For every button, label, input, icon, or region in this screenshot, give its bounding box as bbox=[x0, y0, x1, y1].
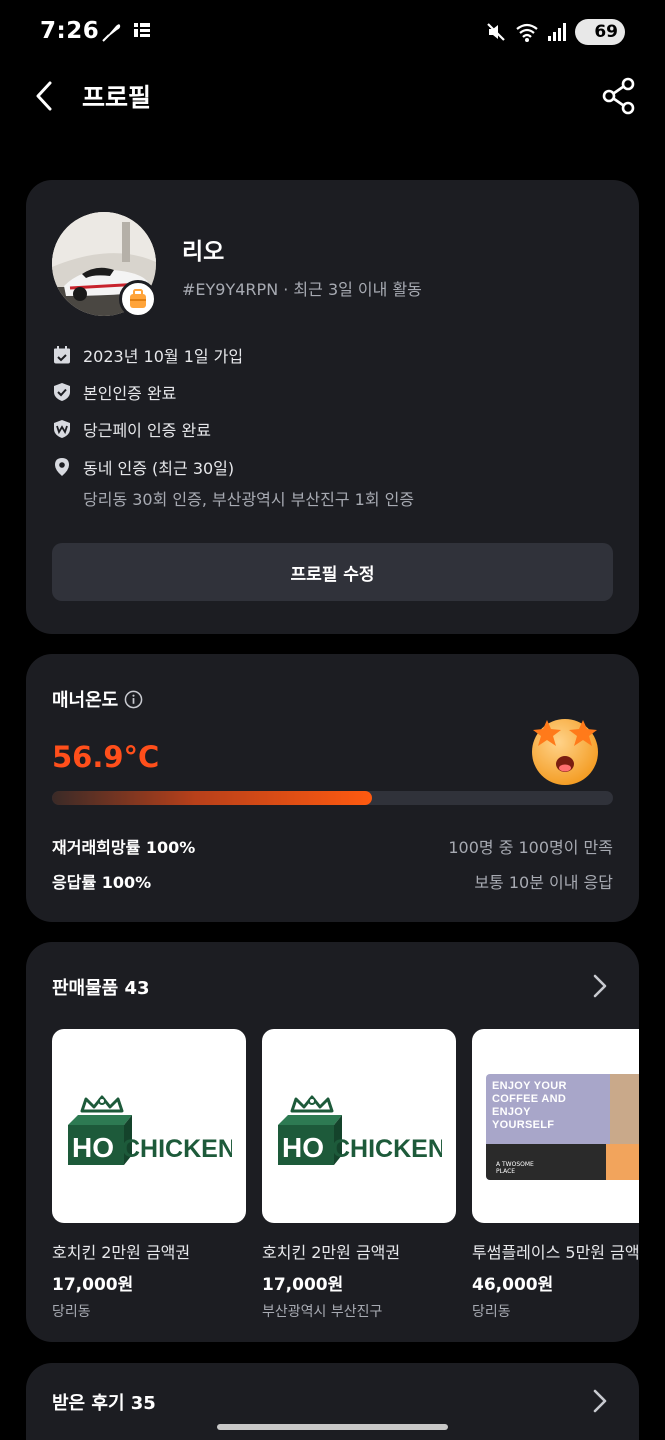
product-card[interactable]: HO CHICKEN 호치킨 2만원 금액권 17,000원 부산광역시 부산진… bbox=[262, 1029, 456, 1321]
twosome-giftcard-image: ENJOY YOUR COFFEE AND ENJOY YOURSELF A T… bbox=[486, 1074, 639, 1180]
temperature-bar-fill bbox=[52, 791, 372, 805]
back-button[interactable] bbox=[26, 78, 62, 114]
neighborhood-text: 동네 인증 (최근 30일) bbox=[83, 459, 235, 478]
giftcard-accent-block bbox=[606, 1144, 639, 1180]
response-rate-label: 응답률 100% bbox=[52, 873, 152, 892]
product-location: 당리동 bbox=[52, 1304, 91, 1320]
temperature-bar bbox=[52, 791, 613, 805]
product-title: 호치킨 2만원 금액권 bbox=[262, 1243, 401, 1262]
svg-text:CHICKEN: CHICKEN bbox=[122, 1135, 232, 1163]
ho-chicken-logo-icon: HO CHICKEN bbox=[68, 1095, 232, 1165]
feather-icon bbox=[102, 24, 121, 42]
calendar-icon bbox=[54, 346, 70, 364]
battery-indicator: 69 bbox=[575, 19, 625, 45]
status-bar: 7:26 69 bbox=[0, 0, 665, 64]
share-button[interactable] bbox=[599, 76, 639, 116]
neighborhood-detail: 당리동 30회 인증, 부산광역시 부산진구 1회 인증 bbox=[83, 490, 415, 509]
top-navigation-bar: 프로필 bbox=[0, 64, 665, 130]
manner-temperature-card: 매너온도 56.9°C 재거래희망률 100% 100명 중 100명이 만족 … bbox=[26, 654, 639, 922]
status-time: 7:26 bbox=[40, 18, 100, 44]
pay-verified-row: 당근페이 인증 완료 bbox=[52, 417, 211, 441]
location-pin-icon bbox=[55, 458, 69, 476]
svg-text:CHICKEN: CHICKEN bbox=[332, 1135, 442, 1163]
product-card[interactable]: HO CHICKEN 호치킨 2만원 금액권 17,000원 당리동 bbox=[52, 1029, 246, 1321]
response-rate-detail: 보통 10분 이내 응답 bbox=[474, 873, 613, 892]
chevron-right-icon[interactable] bbox=[585, 1387, 613, 1415]
sales-items-title[interactable]: 판매물품 43 bbox=[52, 974, 150, 1000]
giftcard-slogan: ENJOY YOUR COFFEE AND ENJOY YOURSELF bbox=[492, 1080, 567, 1131]
avatar-badge bbox=[119, 280, 157, 318]
profile-card: 리오 #EY9Y4RPN · 최근 3일 이내 활동 2023년 10월 1일 … bbox=[26, 180, 639, 634]
ho-chicken-logo-icon: HO CHICKEN bbox=[278, 1095, 442, 1165]
giftcard-brand: A TWOSOME PLACE bbox=[496, 1161, 534, 1175]
chevron-right-icon[interactable] bbox=[585, 972, 613, 1000]
edit-profile-button[interactable]: 프로필 수정 bbox=[52, 543, 613, 601]
nickname: 리오 bbox=[182, 239, 225, 265]
product-title: 호치킨 2만원 금액권 bbox=[52, 1243, 191, 1262]
svg-text:HO: HO bbox=[72, 1132, 114, 1163]
pay-shield-icon bbox=[54, 420, 70, 438]
suitcase-icon bbox=[130, 289, 146, 308]
identity-verified-text: 본인인증 완료 bbox=[83, 384, 177, 403]
svg-text:HO: HO bbox=[282, 1132, 324, 1163]
reviews-title[interactable]: 받은 후기 35 bbox=[52, 1389, 156, 1415]
product-price: 17,000원 bbox=[52, 1275, 134, 1295]
pay-verified-text: 당근페이 인증 완료 bbox=[83, 421, 211, 440]
manner-title: 매너온도 bbox=[52, 690, 119, 711]
user-id-activity: #EY9Y4RPN · 최근 3일 이내 활동 bbox=[182, 280, 422, 299]
join-date: 2023년 10월 1일 가입 bbox=[83, 347, 244, 366]
product-thumbnail: HO CHICKEN bbox=[52, 1029, 246, 1223]
product-thumbnail: ENJOY YOUR COFFEE AND ENJOY YOURSELF A T… bbox=[472, 1029, 639, 1223]
status-system-icons: 69 bbox=[485, 19, 625, 45]
neighborhood-row: 동네 인증 (최근 30일) bbox=[52, 455, 234, 479]
product-price: 46,000원 bbox=[472, 1275, 554, 1295]
shield-check-icon bbox=[54, 383, 70, 401]
mute-icon bbox=[487, 23, 505, 41]
product-price: 17,000원 bbox=[262, 1275, 344, 1295]
manner-title-row: 매너온도 bbox=[52, 686, 143, 712]
coffee-image-block bbox=[610, 1074, 639, 1144]
battery-level: 69 bbox=[594, 22, 618, 42]
sales-items-card: 판매물품 43 HO CHICKEN 호치킨 2만원 금액권 17,000원 당… bbox=[26, 942, 639, 1342]
share-icon bbox=[602, 77, 635, 115]
star-eyes-emoji-icon bbox=[532, 719, 598, 785]
rebuy-rate-detail: 100명 중 100명이 만족 bbox=[448, 838, 613, 857]
product-thumbnail: HO CHICKEN bbox=[262, 1029, 456, 1223]
wifi-icon bbox=[516, 23, 538, 42]
identity-verified-row: 본인인증 완료 bbox=[52, 380, 176, 404]
chevron-left-icon bbox=[36, 81, 52, 111]
product-card[interactable]: ENJOY YOUR COFFEE AND ENJOY YOURSELF A T… bbox=[472, 1029, 639, 1321]
home-indicator[interactable] bbox=[217, 1424, 448, 1430]
join-date-row: 2023년 10월 1일 가입 bbox=[52, 343, 243, 367]
temperature-value: 56.9°C bbox=[52, 740, 160, 774]
rebuy-rate-label: 재거래희망률 100% bbox=[52, 838, 196, 857]
product-title: 투썸플레이스 5만원 금액권 bbox=[472, 1243, 639, 1262]
product-location: 부산광역시 부산진구 bbox=[262, 1304, 383, 1320]
info-icon[interactable] bbox=[124, 690, 143, 709]
page-title: 프로필 bbox=[82, 83, 152, 112]
status-notification-icons bbox=[100, 20, 152, 42]
product-location: 당리동 bbox=[472, 1304, 511, 1320]
news-icon bbox=[134, 23, 150, 37]
signal-icon bbox=[548, 23, 566, 41]
